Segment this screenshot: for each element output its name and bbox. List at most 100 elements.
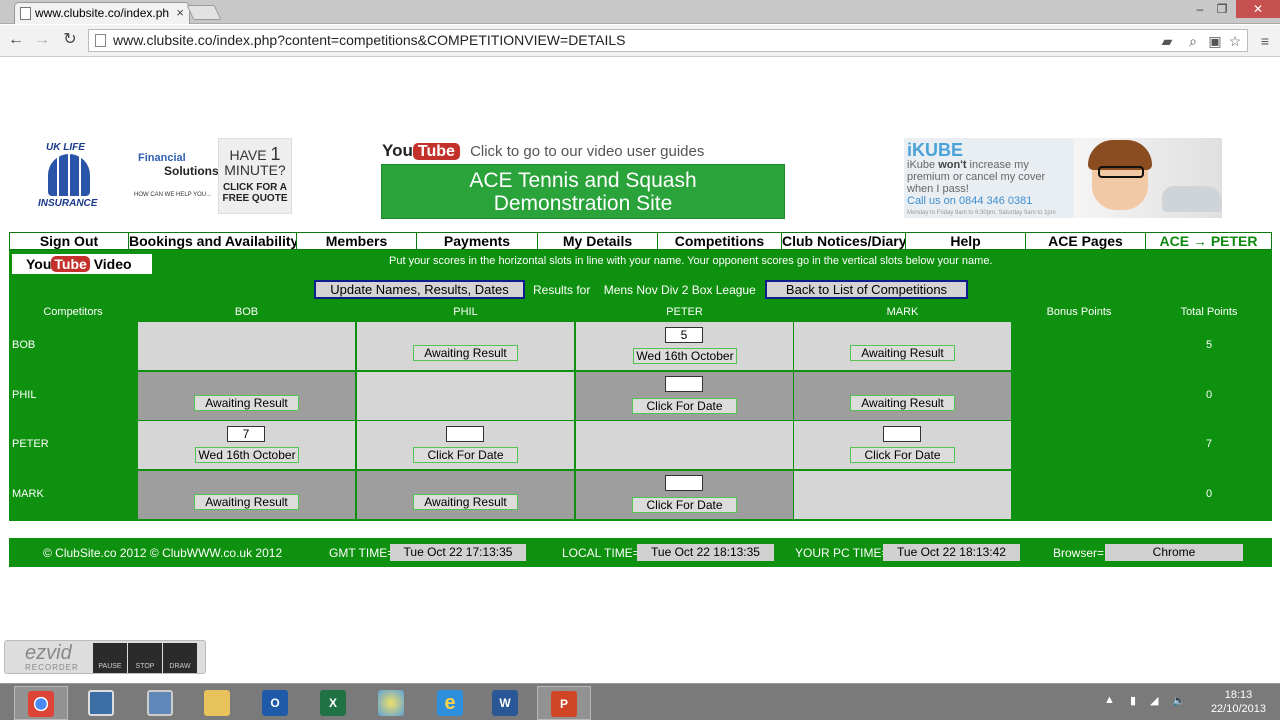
match-date-button[interactable]: Wed 16th October — [195, 447, 299, 463]
youtube-guides-link[interactable]: You Tube Click to go to our video user gu… — [382, 140, 784, 162]
tab-close-icon[interactable]: × — [176, 3, 184, 23]
have-text: HAVE — [229, 147, 267, 163]
yt-you-text: You — [26, 256, 52, 272]
pc-time-value: Tue Oct 22 18:13:42 — [883, 544, 1020, 561]
ikube-phone: Call us on 0844 346 0381 — [907, 195, 1033, 207]
remote-desktop-icon[interactable] — [74, 686, 128, 720]
battery-icon[interactable]: ▮ — [1130, 694, 1136, 707]
signal-icon[interactable]: ◢ — [1150, 694, 1158, 707]
click-for-date-button[interactable]: Click For Date — [413, 447, 518, 463]
click-for-date-button[interactable]: Click For Date — [632, 398, 737, 414]
score-input[interactable]: 5 — [665, 327, 703, 343]
internet-explorer-icon[interactable]: e — [423, 686, 477, 720]
tab-title: www.clubsite.co/index.ph — [35, 6, 170, 20]
clock-date: 22/10/2013 — [1210, 703, 1266, 715]
results-for-label: Results for Mens Nov Div 2 Box League — [533, 283, 756, 297]
cell-peter-peter — [576, 421, 793, 469]
menu-ace-peter[interactable]: ACE → PETER — [1146, 233, 1271, 249]
menu-members[interactable]: Members — [297, 233, 417, 249]
main-menu: Sign Out Bookings and Availability Membe… — [9, 232, 1272, 250]
address-bar[interactable]: www.clubsite.co/index.php?content=compet… — [88, 29, 1248, 52]
back-to-competitions-button[interactable]: Back to List of Competitions — [765, 280, 968, 299]
reload-icon[interactable]: ↻ — [60, 30, 80, 50]
competitors-header: Competitors — [43, 306, 103, 318]
local-time-label: LOCAL TIME= — [562, 546, 640, 560]
click-for-date-button[interactable]: Click For Date — [632, 497, 737, 513]
ezvid-recorder-text: RECORDER — [25, 663, 79, 672]
have-a-minute-ad[interactable]: HAVE 1 MINUTE? CLICK FOR A FREE QUOTE — [218, 138, 292, 214]
ikube-text: iKube — [907, 159, 936, 171]
maximize-button[interactable]: ❐ — [1212, 0, 1232, 18]
update-results-button[interactable]: Update Names, Results, Dates — [314, 280, 525, 299]
paint-icon[interactable] — [364, 686, 418, 720]
zoom-icon[interactable]: ⌕ — [1184, 32, 1202, 50]
ace-demo-banner[interactable]: ACE Tennis and Squash Demonstration Site — [381, 164, 785, 219]
menu-icon[interactable]: ≡ — [1256, 32, 1274, 50]
stop-button[interactable]: STOP — [128, 643, 162, 673]
draw-button[interactable]: DRAW — [163, 643, 197, 673]
menu-bookings[interactable]: Bookings and Availability — [129, 233, 297, 249]
awaiting-result-button[interactable]: Awaiting Result — [413, 345, 518, 361]
gmt-label: GMT TIME= — [329, 546, 395, 560]
show-hidden-icons[interactable]: ▲ — [1104, 694, 1115, 706]
file-explorer-icon[interactable] — [190, 686, 244, 720]
score-input[interactable] — [665, 475, 703, 491]
score-input[interactable]: 7 — [227, 426, 265, 442]
awaiting-result-button[interactable]: Awaiting Result — [850, 345, 955, 361]
awaiting-result-button[interactable]: Awaiting Result — [194, 494, 299, 510]
help-you-text: HOW CAN WE HELP YOU... — [134, 192, 212, 198]
score-input[interactable] — [446, 426, 484, 442]
forward-arrow-icon[interactable]: → — [32, 30, 52, 50]
one-text: 1 — [270, 144, 281, 164]
windows-taskbar: O X e W P ▲ ▮ ◢ 🔈 18:13 22/10/2013 — [0, 683, 1280, 720]
chrome-icon[interactable] — [14, 686, 68, 720]
league-name: Mens Nov Div 2 Box League — [603, 283, 756, 297]
menu-sign-out[interactable]: Sign Out — [10, 233, 129, 249]
menu-payments[interactable]: Payments — [417, 233, 538, 249]
score-input[interactable] — [883, 426, 921, 442]
uk-life-insurance-logo[interactable]: UK LIFE INSURANCE — [32, 140, 112, 212]
new-tab-button[interactable] — [186, 5, 222, 20]
awaiting-result-button[interactable]: Awaiting Result — [194, 395, 299, 411]
building-icon — [48, 154, 90, 196]
menu-my-details[interactable]: My Details — [538, 233, 658, 249]
word-icon[interactable]: W — [478, 686, 532, 720]
click-for-date-button[interactable]: Click For Date — [850, 447, 955, 463]
bookmark-star-icon[interactable]: ☆ — [1226, 32, 1244, 50]
uk-life-text: UK LIFE — [46, 142, 85, 153]
back-arrow-icon[interactable]: ← — [6, 30, 26, 50]
menu-ace-pages[interactable]: ACE Pages — [1026, 233, 1146, 249]
close-window-button[interactable]: ✕ — [1236, 0, 1280, 18]
menu-club-notices[interactable]: Club Notices/Diary — [782, 233, 906, 249]
match-date-button[interactable]: Wed 16th October — [633, 348, 737, 364]
volume-icon[interactable]: 🔈 — [1172, 694, 1186, 707]
cell-phil-phil — [357, 372, 574, 420]
free-quote-text: CLICK FOR A FREE QUOTE — [222, 182, 288, 204]
minimize-button[interactable]: – — [1190, 0, 1210, 18]
page-favicon-icon — [20, 7, 31, 20]
menu-competitions[interactable]: Competitions — [658, 233, 782, 249]
total-points-peter: 7 — [1205, 438, 1213, 450]
cell-mark-peter: Click For Date — [576, 471, 793, 519]
yt-tube-logo: Tube — [51, 256, 90, 272]
chat-icon[interactable]: ▰ — [1158, 32, 1176, 50]
financial-solutions-logo[interactable]: Financial Solutions HOW CAN WE HELP YOU.… — [132, 148, 222, 208]
awaiting-result-button[interactable]: Awaiting Result — [413, 494, 518, 510]
extension-icon[interactable]: ▣ — [1206, 32, 1224, 50]
browser-toolbar: ← → ↻ www.clubsite.co/index.php?content=… — [0, 25, 1280, 57]
gmt-time-value: Tue Oct 22 17:13:35 — [390, 544, 526, 561]
footer-bar: © ClubSite.co 2012 © ClubWWW.co.uk 2012 … — [9, 538, 1272, 567]
awaiting-result-button[interactable]: Awaiting Result — [850, 395, 955, 411]
browser-tab[interactable]: www.clubsite.co/index.ph × — [14, 2, 190, 24]
excel-icon[interactable]: X — [306, 686, 360, 720]
score-input[interactable] — [665, 376, 703, 392]
system-clock[interactable]: 18:13 22/10/2013 — [1211, 688, 1266, 716]
outlook-icon[interactable]: O — [248, 686, 302, 720]
pause-button[interactable]: PAUSE — [93, 643, 127, 673]
ikube-photo — [1074, 138, 1222, 218]
menu-help[interactable]: Help — [906, 233, 1026, 249]
powerpoint-icon[interactable]: P — [537, 686, 591, 720]
ikube-ad[interactable]: iKUBE iKube won't increase my premium or… — [904, 138, 1222, 218]
window-icon[interactable] — [133, 686, 187, 720]
youtube-video-link[interactable]: You Tube Video — [12, 254, 152, 274]
